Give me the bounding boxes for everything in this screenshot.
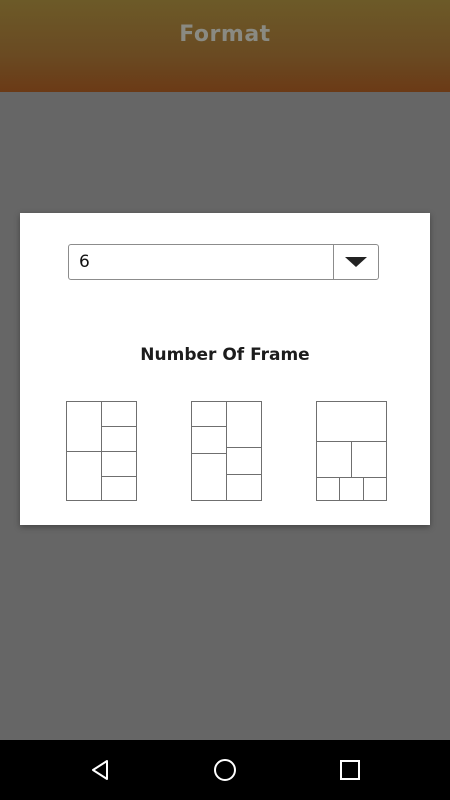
- layout-option-2[interactable]: [191, 401, 262, 501]
- number-of-frame-label: Number Of Frame: [140, 345, 310, 365]
- home-icon[interactable]: [213, 758, 237, 782]
- frame-count-select[interactable]: 6: [68, 244, 379, 280]
- select-divider: [333, 245, 334, 279]
- app-header: Format: [0, 0, 450, 92]
- system-nav-bar: [0, 740, 450, 800]
- recents-icon[interactable]: [338, 758, 362, 782]
- layout-option-1[interactable]: [66, 401, 137, 501]
- frame-count-value: 6: [79, 252, 90, 272]
- layout-1-preview-icon: [66, 401, 137, 501]
- chevron-down-icon[interactable]: [345, 257, 367, 267]
- layout-2-preview-icon: [191, 401, 262, 501]
- layout-3-preview-icon: [316, 401, 387, 501]
- format-dialog: 6 Number Of Frame: [20, 213, 430, 525]
- header-title: Format: [179, 21, 271, 47]
- back-icon[interactable]: [88, 758, 112, 782]
- layout-option-3[interactable]: [316, 401, 387, 501]
